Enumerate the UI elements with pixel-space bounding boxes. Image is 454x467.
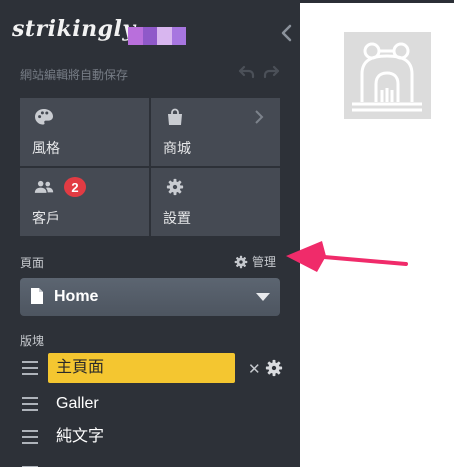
app-logo: strikingly [12, 16, 136, 42]
gear-icon [234, 255, 248, 268]
editor-sidebar: strikingly 網站編輯將自動保存 風格 商城 2 客戶 設置 頁面 管理… [0, 0, 300, 467]
history-controls [238, 64, 280, 80]
style-tile[interactable]: 風格 [20, 98, 149, 166]
site-name-redacted [128, 27, 186, 45]
section-row[interactable]: 純文字 [20, 422, 290, 452]
pages-heading: 頁面 [20, 256, 45, 270]
store-tile[interactable]: 商城 [151, 98, 280, 166]
customers-tile[interactable]: 2 客戶 [20, 168, 149, 236]
notification-badge: 2 [64, 177, 86, 197]
close-icon[interactable]: ✕ [248, 360, 261, 378]
section-row[interactable]: 主頁面 ✕ [20, 353, 290, 383]
collapse-sidebar-icon[interactable] [280, 24, 294, 42]
document-icon [31, 288, 43, 304]
redo-icon[interactable] [262, 64, 280, 80]
customers-tile-label: 客戶 [32, 210, 60, 226]
chevron-right-icon [255, 110, 264, 124]
section-row[interactable]: Galler [20, 389, 290, 419]
chevron-down-icon [256, 293, 270, 301]
store-tile-label: 商城 [163, 140, 191, 156]
autosave-notice: 網站編輯將自動保存 [20, 68, 129, 82]
drag-handle-icon[interactable] [22, 397, 38, 411]
drag-handle-icon[interactable] [22, 361, 38, 375]
annotation-arrow-icon [286, 241, 408, 272]
users-icon [34, 180, 54, 193]
section-row-partial[interactable] [20, 458, 290, 467]
section-name[interactable]: 主頁面 [48, 353, 235, 383]
settings-tile-label: 設置 [163, 210, 191, 226]
sections-heading: 版塊 [20, 334, 45, 348]
editor-menu-grid: 風格 商城 2 客戶 設置 [20, 98, 280, 236]
image-placeholder-icon [352, 42, 422, 112]
section-name[interactable]: 純文字 [48, 422, 104, 452]
settings-tile[interactable]: 設置 [151, 168, 280, 236]
palette-icon [35, 109, 53, 125]
undo-icon[interactable] [238, 64, 256, 80]
selected-page: Home [54, 288, 99, 305]
manage-pages-label: 管理 [252, 255, 277, 269]
page-selector[interactable]: Home [20, 278, 280, 316]
shopping-bag-icon [168, 108, 182, 125]
settings-gear-icon [166, 178, 184, 196]
drag-handle-icon[interactable] [22, 430, 38, 444]
image-placeholder [344, 32, 431, 119]
style-tile-label: 風格 [32, 140, 60, 156]
section-name[interactable]: Galler [48, 389, 99, 419]
manage-pages-button[interactable]: 管理 [234, 253, 276, 270]
section-settings-icon[interactable] [265, 359, 283, 377]
